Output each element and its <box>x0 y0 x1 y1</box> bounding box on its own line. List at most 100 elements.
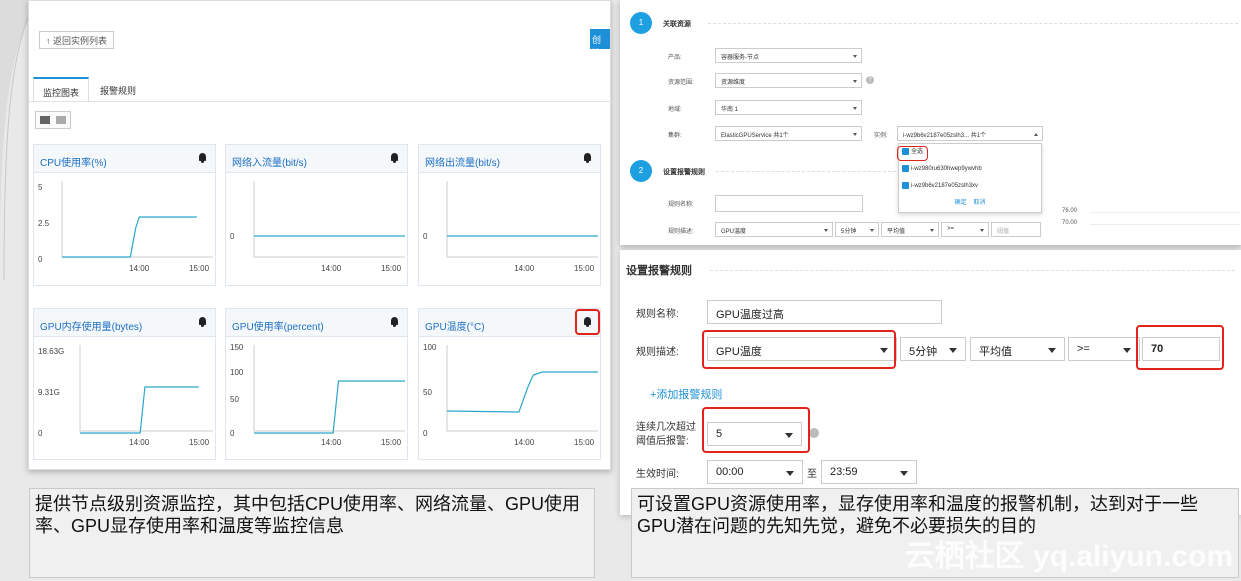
metric-select[interactable]: GPU温度 <box>715 222 833 237</box>
view-toggle[interactable] <box>35 111 71 129</box>
product-value: 容器服务-节点 <box>721 55 759 61</box>
instance-option-label: i-wz9b6v2187e05zslh3xv <box>911 183 979 189</box>
rule-name-input[interactable]: GPU温度过高 <box>707 300 942 324</box>
instance-option[interactable]: i-wz9b6v2187e05zslh3xv <box>899 178 1041 195</box>
chevron-down-icon <box>1123 348 1131 353</box>
chart-title: 网络入流量(bit/s) <box>232 158 307 169</box>
aggregate-select[interactable]: 平均值 <box>970 337 1065 361</box>
chart-title: CPU使用率(%) <box>40 158 107 169</box>
scope-value: 资源维度 <box>721 80 746 86</box>
dropdown-cancel-link[interactable]: 取消 <box>973 200 985 206</box>
x-tick-label: 15:00 <box>574 438 595 447</box>
alarm-rule-screenshot: 设置报警规则 规则名称: GPU温度过高 规则描述: GPU温度 5分钟 平均值… <box>620 250 1241 515</box>
rule-name-input[interactable] <box>715 195 863 212</box>
checkbox-checked-icon[interactable] <box>902 164 909 172</box>
instance-option[interactable]: i-wz980ru630hwep9ywvhb <box>899 161 1041 178</box>
chart-panel-header: GPU内存使用量(bytes) <box>34 309 215 337</box>
chart-panel: GPU内存使用量(bytes) 18.63G 9.31G 0 14:00 15:00 <box>33 308 216 460</box>
create-button[interactable]: 创建 <box>590 29 610 58</box>
y-tick-label: 0 <box>423 429 428 438</box>
step-1-badge: 1 <box>630 12 652 34</box>
period-select[interactable]: 5分钟 <box>835 222 879 237</box>
chart-plot: 5 2.5 0 14:00 15:00 <box>38 181 213 273</box>
associate-resource-screenshot: 1 关联资源 产品: 容器服务-节点 资源范围: 资源维度 ? 地域: 华南 1… <box>620 0 1241 245</box>
chart-panel: 网络出流量(bit/s) 0 14:00 15:00 <box>418 144 601 286</box>
start-time-select[interactable]: 00:00 <box>707 460 803 484</box>
series-line <box>254 380 405 434</box>
chart-panel: CPU使用率(%) 5 2.5 0 14:00 15:00 <box>33 144 216 286</box>
region-label: 地域: <box>668 107 682 113</box>
chart-title: GPU使用率(percent) <box>232 322 324 333</box>
list-view-icon[interactable] <box>56 116 66 124</box>
product-select[interactable]: 容器服务-节点 <box>715 48 862 63</box>
chart-axis <box>253 345 405 432</box>
grid-view-icon[interactable] <box>40 116 50 124</box>
operator-select[interactable]: >= <box>941 222 989 237</box>
times-highlight <box>702 407 810 453</box>
threshold-input[interactable]: 阈值 <box>991 222 1041 237</box>
chevron-down-icon <box>1048 348 1056 353</box>
y-tick-label: 50 <box>423 388 432 397</box>
y-tick-label: 100 <box>423 343 437 352</box>
bell-icon[interactable] <box>583 153 592 163</box>
dropdown-confirm-link[interactable]: 确定 <box>955 200 967 206</box>
bell-icon[interactable] <box>390 317 399 327</box>
bell-icon[interactable] <box>198 153 207 163</box>
x-tick-label: 15:00 <box>381 264 402 273</box>
consecutive-times-label-2: 阈值后报警: <box>636 436 689 447</box>
y-tick-label: 9.31G <box>38 388 60 397</box>
x-tick-label: 14:00 <box>129 264 150 273</box>
section-set-alarm-rule: 设置报警规则 <box>663 169 705 176</box>
operator-select[interactable]: >= <box>1068 337 1140 361</box>
tab-alarm-rules[interactable]: 报警规则 <box>91 77 145 102</box>
cluster-select[interactable]: ElasticGPUService 共1个 <box>715 126 862 141</box>
chart-axis <box>61 181 213 258</box>
x-tick-label: 15:00 <box>189 438 210 447</box>
help-icon[interactable] <box>809 428 819 438</box>
series-line <box>80 386 199 434</box>
chevron-down-icon <box>853 55 857 58</box>
chart-panel-header: CPU使用率(%) <box>34 145 215 173</box>
series-line <box>446 371 598 413</box>
rule-desc-label: 规则描述: <box>668 229 694 235</box>
section-line <box>716 171 896 172</box>
scope-select[interactable]: 资源维度 <box>715 73 862 88</box>
x-tick-label: 15:00 <box>574 264 595 273</box>
tab-monitoring-charts[interactable]: 监控图表 <box>33 77 90 102</box>
instance-label: 实例: <box>874 133 888 139</box>
x-tick-label: 14:00 <box>129 438 150 447</box>
period-select[interactable]: 5分钟 <box>900 337 966 361</box>
instance-select[interactable]: i-wz9b6v2187e05zslh3... 共1个 <box>897 126 1043 141</box>
bell-highlight <box>575 309 600 335</box>
x-tick-label: 14:00 <box>321 438 342 447</box>
chevron-down-icon <box>853 107 857 110</box>
bell-icon[interactable] <box>390 153 399 163</box>
end-time-select[interactable]: 23:59 <box>821 460 917 484</box>
region-select[interactable]: 华南 1 <box>715 100 862 115</box>
x-tick-label: 14:00 <box>321 264 342 273</box>
operator-value: >= <box>947 226 955 232</box>
section-line <box>710 270 1235 271</box>
step-2-badge: 2 <box>630 160 652 182</box>
y-tick-label: 5 <box>38 183 43 192</box>
chart-panel: 网络入流量(bit/s) 0 14:00 15:00 <box>225 144 408 286</box>
operator-value: >= <box>1077 343 1090 355</box>
checkbox-checked-icon[interactable] <box>902 181 909 189</box>
start-time-value: 00:00 <box>716 466 744 478</box>
aggregate-select[interactable]: 平均值 <box>881 222 939 237</box>
chart-tick: 76.00 <box>1062 208 1078 214</box>
y-tick-label: 18.63G <box>38 347 64 356</box>
help-icon[interactable]: ? <box>866 76 874 84</box>
section-associate-resource: 关联资源 <box>663 21 691 28</box>
to-label: 至 <box>807 469 817 480</box>
back-to-instances-button[interactable]: ↑ 返回实例列表 <box>39 31 115 49</box>
metric-highlight <box>702 330 896 369</box>
product-label: 产品: <box>668 55 682 61</box>
threshold-highlight <box>1136 325 1224 370</box>
chart-axis <box>446 345 598 432</box>
chevron-up-icon <box>1034 133 1038 136</box>
rule-name-label: 规则名称: <box>668 202 694 208</box>
add-rule-link[interactable]: +添加报警规则 <box>650 386 722 402</box>
bell-icon[interactable] <box>198 317 207 327</box>
period-value: 5分钟 <box>909 346 938 358</box>
